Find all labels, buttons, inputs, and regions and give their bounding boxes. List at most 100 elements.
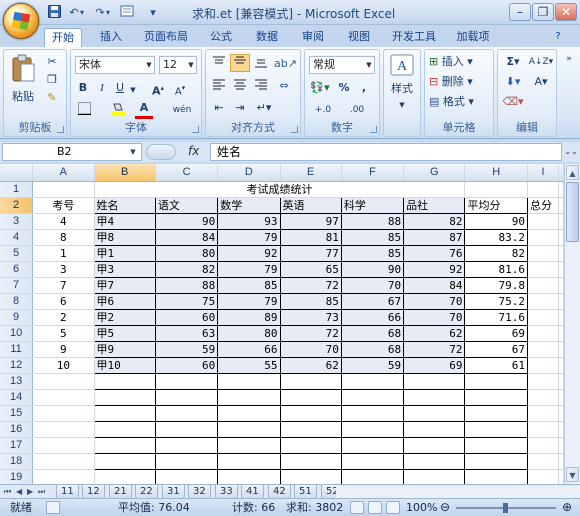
copy-icon[interactable]: ❐ xyxy=(44,72,60,88)
autosum-button[interactable]: Σ▾ xyxy=(502,54,524,70)
cell-A3[interactable]: 4 xyxy=(32,213,95,230)
cell-H18[interactable] xyxy=(464,452,528,470)
cell-C4[interactable]: 84 xyxy=(154,228,219,246)
cell-A6[interactable]: 3 xyxy=(32,261,95,278)
cell-B16[interactable] xyxy=(93,420,156,438)
cell-C16[interactable] xyxy=(154,420,219,438)
header-cell-A[interactable]: 考号 xyxy=(32,197,95,214)
align-top-icon[interactable] xyxy=(211,56,227,73)
zoom-slider-thumb[interactable] xyxy=(503,503,508,513)
cell-G6[interactable]: 92 xyxy=(403,260,466,278)
cell-H17[interactable] xyxy=(464,436,528,454)
underline-button[interactable]: U xyxy=(113,80,127,96)
cell-F9[interactable]: 66 xyxy=(340,308,405,326)
cell-E18[interactable] xyxy=(279,452,342,470)
cell-E14[interactable] xyxy=(279,388,342,406)
italic-button[interactable]: I xyxy=(95,80,109,96)
cell-C5[interactable]: 80 xyxy=(154,244,219,262)
cell-H5[interactable]: 82 xyxy=(464,244,528,262)
tab-developer[interactable]: 开发工具 xyxy=(386,28,442,47)
clipboard-launcher-icon[interactable] xyxy=(57,126,64,133)
cell-C19[interactable] xyxy=(154,468,219,484)
cell-G17[interactable] xyxy=(403,436,466,454)
cell-A10[interactable]: 5 xyxy=(32,325,95,342)
cell-E5[interactable]: 77 xyxy=(279,244,342,262)
header-cell-I[interactable]: 总分 xyxy=(527,197,559,214)
cell-H13[interactable] xyxy=(464,372,528,390)
sheet-title-cell[interactable]: 考试成绩统计 xyxy=(94,181,466,198)
row-header-13[interactable]: 13 xyxy=(0,373,34,390)
scroll-up-icon[interactable]: ▲ xyxy=(566,165,579,180)
cell-E6[interactable]: 65 xyxy=(279,260,342,278)
alignment-launcher-icon[interactable] xyxy=(291,126,298,133)
cell-C3[interactable]: 90 xyxy=(154,212,219,230)
cell-G18[interactable] xyxy=(403,452,466,470)
cell-G4[interactable]: 87 xyxy=(403,228,466,246)
cell-H1[interactable] xyxy=(464,181,528,198)
styles-button[interactable]: A 样式 ▼ xyxy=(388,54,416,114)
name-box-dropdown-icon[interactable]: ▼ xyxy=(128,144,138,160)
cell-F14[interactable] xyxy=(340,388,405,406)
cell-F7[interactable]: 70 xyxy=(340,276,405,294)
column-header-C[interactable]: C xyxy=(155,164,219,182)
cell-A8[interactable]: 6 xyxy=(32,293,95,310)
cell-I9[interactable] xyxy=(527,309,559,326)
cell-D19[interactable] xyxy=(217,468,281,484)
cell-H4[interactable]: 83.2 xyxy=(464,228,528,246)
cell-H8[interactable]: 75.2 xyxy=(464,292,528,310)
cell-F13[interactable] xyxy=(340,372,405,390)
cell-H19[interactable] xyxy=(464,468,528,484)
row-header-18[interactable]: 18 xyxy=(0,453,34,470)
cell-F17[interactable] xyxy=(340,436,405,454)
decrease-indent-icon[interactable]: ⇤ xyxy=(211,100,227,116)
number-launcher-icon[interactable] xyxy=(370,126,377,133)
row-header-19[interactable]: 19 xyxy=(0,469,34,484)
cell-I14[interactable] xyxy=(527,389,559,406)
row-header-5[interactable]: 5 xyxy=(0,245,34,262)
cell-D10[interactable]: 80 xyxy=(217,324,281,342)
save-icon[interactable] xyxy=(46,5,62,20)
cell-I10[interactable] xyxy=(527,325,559,342)
cell-F15[interactable] xyxy=(340,404,405,422)
currency-icon[interactable]: 💱▾ xyxy=(309,80,331,96)
row-header-15[interactable]: 15 xyxy=(0,405,34,422)
fill-icon[interactable]: ⬇▾ xyxy=(502,74,524,90)
column-header-D[interactable]: D xyxy=(217,164,281,182)
ribbon-expand-icon[interactable]: » xyxy=(562,51,576,67)
sheet-tab[interactable]: 12 xyxy=(82,485,105,499)
sheet-tab[interactable]: 42 xyxy=(268,485,291,499)
cell-G5[interactable]: 76 xyxy=(403,244,466,262)
cell-D3[interactable]: 93 xyxy=(217,212,281,230)
cell-B5[interactable]: 甲1 xyxy=(93,244,156,262)
cell-I19[interactable] xyxy=(527,469,559,484)
cell-E10[interactable]: 72 xyxy=(279,324,342,342)
sort-filter-button[interactable]: A↓Z▾ xyxy=(528,54,554,70)
sheet-tab[interactable]: 31 xyxy=(162,485,185,499)
cell-F8[interactable]: 67 xyxy=(340,292,405,310)
row-header-17[interactable]: 17 xyxy=(0,437,34,454)
cell-D4[interactable]: 79 xyxy=(217,228,281,246)
increase-indent-icon[interactable]: ⇥ xyxy=(232,100,248,116)
first-sheet-icon[interactable]: ⏮ xyxy=(4,485,11,498)
underline-dropdown-icon[interactable]: ▼ xyxy=(129,82,137,98)
font-size-select[interactable]: 12 ▼ xyxy=(159,56,197,74)
cell-I11[interactable] xyxy=(527,341,559,358)
increase-decimal-button[interactable]: +.0 xyxy=(309,102,337,118)
cell-H9[interactable]: 71.6 xyxy=(464,308,528,326)
cell-A17[interactable] xyxy=(32,437,95,454)
sheet-tab[interactable]: 22 xyxy=(135,485,158,499)
cell-I18[interactable] xyxy=(527,453,559,470)
restore-button[interactable]: ❐ xyxy=(532,3,554,21)
customize-toolbar-icon[interactable]: ▾ xyxy=(148,5,158,20)
zoom-level[interactable]: 100% xyxy=(406,499,437,516)
cell-I12[interactable] xyxy=(527,357,559,374)
merge-center-icon[interactable]: ⇔ xyxy=(276,78,292,94)
cell-I13[interactable] xyxy=(527,373,559,390)
cell-A1[interactable] xyxy=(32,181,95,198)
format-painter-icon[interactable]: ✎ xyxy=(44,90,60,106)
row-header-10[interactable]: 10 xyxy=(0,325,34,342)
sheet-tab[interactable]: 41 xyxy=(241,485,264,499)
prev-sheet-icon[interactable]: ◀ xyxy=(16,485,22,498)
cell-I1[interactable] xyxy=(527,181,559,198)
cell-E13[interactable] xyxy=(279,372,342,390)
